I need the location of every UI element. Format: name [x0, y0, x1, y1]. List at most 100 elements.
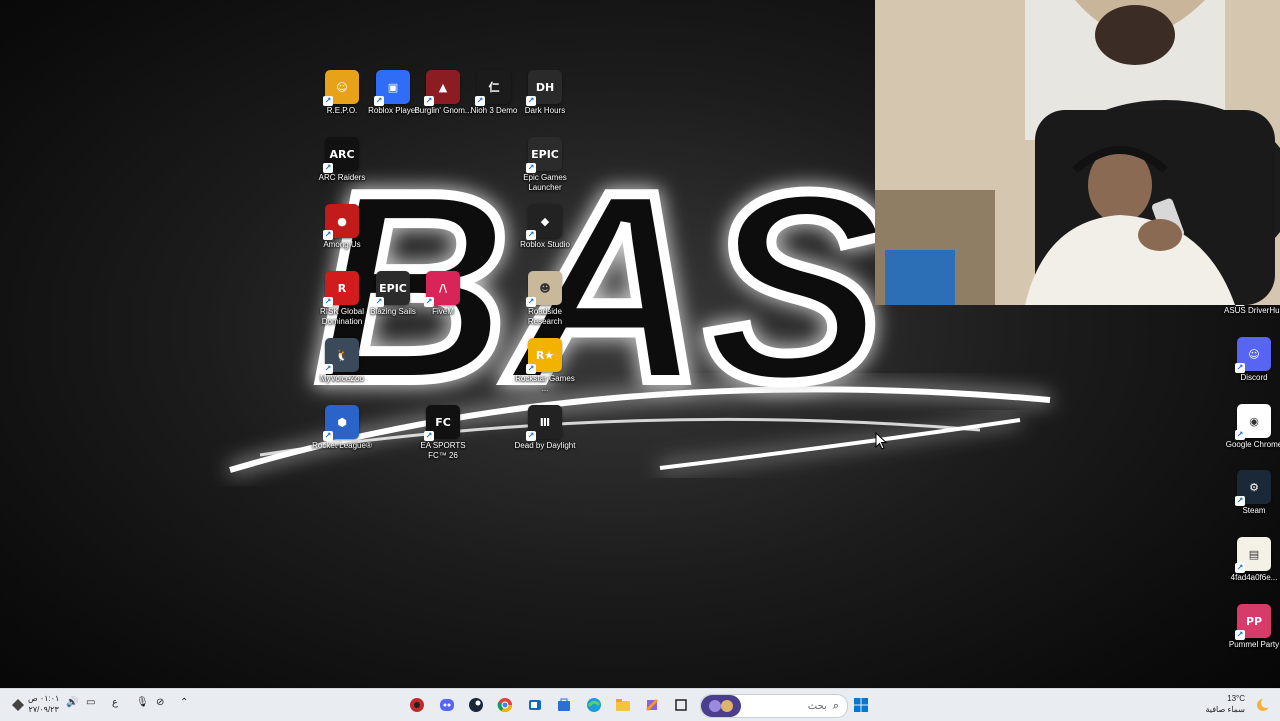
desktop-icon-myvoicezoo[interactable]: 🐧 ↗ MyVoiceZoo: [310, 338, 374, 384]
shortcut-arrow-icon: ↗: [323, 96, 333, 106]
desktop-icon-label: EA SPORTS FC™ 26: [420, 441, 466, 460]
search-box[interactable]: بحث ⌕: [700, 694, 848, 718]
desktop-icon-label: MyVoiceZoo: [319, 374, 365, 383]
desktop-icon-label: Blazing Sails: [370, 307, 416, 316]
store-taskbar-icon[interactable]: [553, 694, 575, 716]
desktop-icon-label: Steam: [1242, 506, 1266, 515]
mouse-cursor: [875, 432, 887, 450]
file-explorer-icon[interactable]: [612, 694, 634, 716]
shortcut-arrow-icon: ↗: [1235, 496, 1245, 506]
shortcut-arrow-icon: ↗: [323, 431, 333, 441]
steam-taskbar-icon[interactable]: [465, 694, 487, 716]
desktop-icon-file[interactable]: ▤ ↗ 4fad4a0f6e...: [1222, 537, 1280, 583]
desktop-icon-label: ASUS DriverHub: [1223, 306, 1280, 315]
taskbar-app-1-icon[interactable]: [406, 694, 428, 716]
shortcut-arrow-icon: ↗: [1235, 630, 1245, 640]
chevron-up-icon[interactable]: ⌃: [180, 697, 188, 708]
webcam-feed: [875, 0, 1280, 305]
risk-icon: R ↗: [323, 271, 359, 307]
desktop-icon-label: Google Chrome: [1225, 440, 1280, 449]
shortcut-arrow-icon: ↗: [323, 364, 333, 374]
shortcut-arrow-icon: ↗: [374, 96, 384, 106]
shortcut-arrow-icon: ↗: [374, 297, 384, 307]
desktop-icon-label: Pummel Party: [1228, 640, 1280, 649]
robloxstudio-icon: ◆ ↗: [526, 204, 562, 240]
desktop-icon-darkhours[interactable]: DH ↗ Dark Hours: [513, 70, 577, 116]
desktop-icon-label: Rocket League®: [312, 441, 372, 450]
system-clock[interactable]: ٠١:٠١ ص ٢٧/٠٩/٢٣: [28, 693, 59, 715]
desktop-icon-label: Discord: [1240, 373, 1268, 382]
search-highlight-icon: [701, 695, 741, 717]
shortcut-arrow-icon: ↗: [323, 163, 333, 173]
microphone-icon[interactable]: 🎙: [136, 697, 149, 708]
desktop-icon-amongus[interactable]: ● ↗ Among Us: [310, 204, 374, 250]
language-indicator[interactable]: ع: [112, 697, 118, 708]
darkhours-icon: DH ↗: [526, 70, 562, 106]
roadside-icon: ☻ ↗: [526, 271, 562, 307]
desktop-icon-label: Dark Hours: [524, 106, 566, 115]
desktop-icon-discord[interactable]: ☺ ↗ Discord: [1222, 337, 1280, 383]
shortcut-arrow-icon: ↗: [1235, 363, 1245, 373]
desktop-icon-label: Among Us: [323, 240, 361, 249]
start-button[interactable]: [850, 694, 872, 716]
windows-logo-icon: [854, 698, 868, 712]
weather-desc: سماء صافية: [1205, 705, 1245, 714]
desktop-icon-arc[interactable]: ARC ↗ ARC Raiders: [310, 137, 374, 183]
shortcut-arrow-icon: ↗: [526, 364, 536, 374]
shortcut-arrow-icon: ↗: [526, 431, 536, 441]
blazing-icon: EPIC ↗: [374, 271, 410, 307]
repo-icon: ☺ ↗: [323, 70, 359, 106]
shortcut-arrow-icon: ↗: [526, 96, 536, 106]
sync-icon[interactable]: ⊘: [156, 697, 164, 708]
speaker-icon[interactable]: 🔊: [66, 697, 78, 708]
desktop-icon-label: Roblox Studio: [520, 240, 570, 249]
desktop-icon-roadside[interactable]: ☻ ↗ Roadside Research: [513, 271, 577, 327]
search-icon: ⌕: [832, 699, 839, 712]
epic-icon: EPIC ↗: [526, 137, 562, 173]
desktop-icon-eafc[interactable]: FC ↗ EA SPORTS FC™ 26: [411, 405, 475, 461]
desktop-icon-label: Rockstar Games ...: [515, 374, 575, 393]
burglin-icon: ▲ ↗: [424, 70, 460, 106]
chrome-taskbar-icon[interactable]: [494, 694, 516, 716]
desktop-icon-epic[interactable]: EPIC ↗ Epic Games Launcher: [513, 137, 577, 193]
desktop-icon-chrome[interactable]: ◉ ↗ Google Chrome: [1222, 404, 1280, 450]
taskbar: ٠١:٠١ ص ٢٧/٠٩/٢٣ 🔊 ▭ ع 🎙 ⊘ ⌃ بحث ⌕ 13°C …: [0, 688, 1280, 721]
edge-taskbar-icon[interactable]: [583, 694, 605, 716]
arc-icon: ARC ↗: [323, 137, 359, 173]
chrome-icon: ◉ ↗: [1235, 404, 1271, 440]
desktop-icon-dbd[interactable]: Ⅲ ↗ Dead by Daylight: [513, 405, 577, 451]
copilot-icon[interactable]: [8, 695, 28, 715]
eafc-icon: FC ↗: [424, 405, 460, 441]
search-placeholder: بحث: [807, 700, 827, 712]
desktop-icon-fivem[interactable]: /\ ↗ FiveM: [411, 271, 475, 317]
discord-taskbar-icon[interactable]: [436, 694, 458, 716]
shortcut-arrow-icon: ↗: [1235, 563, 1245, 573]
pummel-icon: PP ↗: [1235, 604, 1271, 640]
shortcut-arrow-icon: ↗: [526, 297, 536, 307]
outlook-taskbar-icon[interactable]: [524, 694, 546, 716]
weather-moon-icon: [1252, 694, 1274, 716]
copilot-app-icon[interactable]: [641, 694, 663, 716]
desktop-icon-steam[interactable]: ⚙ ↗ Steam: [1222, 470, 1280, 516]
rockstar-icon: R★ ↗: [526, 338, 562, 374]
file-icon: ▤ ↗: [1235, 537, 1271, 573]
roblox-icon: ▣ ↗: [374, 70, 410, 106]
network-icon[interactable]: ▭: [86, 697, 95, 708]
clock-time: ٠١:٠١ ص: [28, 694, 60, 703]
webcam-overlay: [875, 0, 1280, 305]
steam-icon: ⚙ ↗: [1235, 470, 1271, 506]
myvoicezoo-icon: 🐧 ↗: [323, 338, 359, 374]
fivem-icon: /\ ↗: [424, 271, 460, 307]
shortcut-arrow-icon: ↗: [526, 230, 536, 240]
weather-widget[interactable]: 13°C سماء صافية: [1205, 693, 1245, 715]
rocketleague-icon: ⬢ ↗: [323, 405, 359, 441]
desktop-icon-rockstar[interactable]: R★ ↗ Rockstar Games ...: [513, 338, 577, 394]
desktop-icon-robloxstudio[interactable]: ◆ ↗ Roblox Studio: [513, 204, 577, 250]
discord-icon: ☺ ↗: [1235, 337, 1271, 373]
nioh-icon: 仁 ↗: [475, 70, 511, 106]
desktop-icon-pummel[interactable]: PP ↗ Pummel Party: [1222, 604, 1280, 650]
desktop-icon-rocketleague[interactable]: ⬢ ↗ Rocket League®: [310, 405, 374, 451]
desktop-icon-label: Nioh 3 Demo: [470, 106, 518, 115]
desktop-icon-label: 4fad4a0f6e...: [1230, 573, 1278, 582]
task-view-icon[interactable]: [670, 694, 692, 716]
